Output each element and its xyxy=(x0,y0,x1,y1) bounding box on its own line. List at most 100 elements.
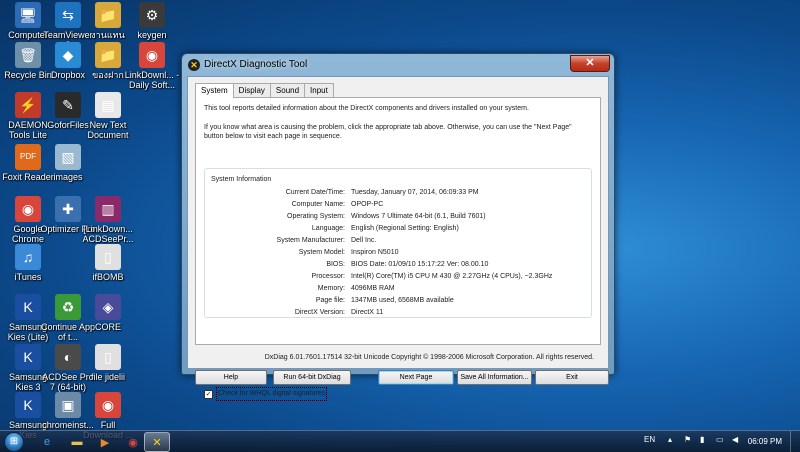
desktop-icon-label: images xyxy=(53,172,83,182)
close-button[interactable]: ✕ xyxy=(570,55,610,72)
folder-icon[interactable]: 📁 xyxy=(95,2,121,28)
title-bar[interactable]: ✕ DirectX Diagnostic Tool ✕ xyxy=(182,54,614,76)
chrome-icon[interactable]: ◉ xyxy=(15,196,41,222)
info-value: 1347MB used, 6568MB available xyxy=(351,297,454,304)
info-row: Processor: Intel(R) Core(TM) i5 CPU M 430… xyxy=(205,271,591,282)
start-button[interactable]: ⊞ xyxy=(4,432,24,452)
core-icon[interactable]: ◈ xyxy=(95,294,121,320)
info-label: Memory: xyxy=(317,285,345,292)
chrome-installer-icon[interactable]: ▣ xyxy=(55,392,81,418)
tray-arrow-icon[interactable]: ▴ xyxy=(668,435,672,444)
desktop-icon-label: CORE xyxy=(94,322,121,332)
foxit-reader-icon[interactable]: PDF xyxy=(15,144,41,170)
taskbar-media-player-icon[interactable]: ▶ xyxy=(92,432,118,452)
system-tab-panel: This tool reports detailed information a… xyxy=(195,97,601,401)
desktop-icon[interactable]: ▯ file jidelii xyxy=(80,344,136,382)
info-value: OPOP-PC xyxy=(351,201,384,208)
tray-battery-icon[interactable]: ▭ xyxy=(716,435,724,444)
help-button[interactable]: Help xyxy=(195,370,267,385)
optimizer-pro-icon[interactable]: ✚ xyxy=(55,196,81,222)
info-value: 4096MB RAM xyxy=(351,285,395,292)
text-document-icon[interactable]: ▤ xyxy=(95,92,121,118)
info-label: Computer Name: xyxy=(291,201,345,208)
image-file-icon[interactable]: ▧ xyxy=(55,144,81,170)
language-indicator[interactable]: EN xyxy=(644,435,655,444)
desktop-icon[interactable]: ♫ iTunes xyxy=(0,244,56,282)
run-64bit-dxdiag-button[interactable]: Run 64-bit DxDiag xyxy=(273,370,351,385)
goforfiles-icon[interactable]: ✎ xyxy=(55,92,81,118)
dropbox-icon[interactable]: ◆ xyxy=(55,42,81,68)
intro-text: This tool reports detailed information a… xyxy=(204,105,529,112)
info-value: Intel(R) Core(TM) i5 CPU M 430 @ 2.27GHz… xyxy=(351,273,553,280)
samsung-kies-3-icon[interactable]: K xyxy=(15,344,41,370)
whql-checkbox[interactable]: ✓ xyxy=(204,389,213,399)
desktop-icon[interactable]: ▥ [LinkDown... ACDSeePr... xyxy=(80,196,136,244)
info-value: English (Regional Setting: English) xyxy=(351,225,459,232)
taskbar-dxdiag-icon[interactable]: ✕ xyxy=(144,432,170,452)
taskbar: ⊞ e ▬ ▶ ◉ ✕ EN ▴ ⚑ ▮ ▭ ◀ 06:09 PM xyxy=(0,430,800,452)
info-label: Current Date/Time: xyxy=(285,189,345,196)
info-label: DirectX Version: xyxy=(294,309,345,316)
recycle-bin-icon[interactable]: 🗑 xyxy=(15,42,41,68)
tray-volume-icon[interactable]: ◀ xyxy=(732,435,738,444)
itunes-icon[interactable]: ♫ xyxy=(15,244,41,270)
info-row: System Manufacturer: Dell Inc. xyxy=(205,235,591,246)
desktop-icon[interactable]: ◉ LinkDownl... - Daily Soft... xyxy=(124,42,180,90)
show-desktop-button[interactable] xyxy=(790,431,800,452)
desktop-icon[interactable]: ▯ ifBOMB xyxy=(80,244,136,282)
tab-sound[interactable]: Sound xyxy=(269,83,306,97)
tab-input[interactable]: Input xyxy=(304,83,334,97)
taskbar-ie-icon[interactable]: e xyxy=(34,432,60,452)
folder-icon[interactable]: 📁 xyxy=(95,42,121,68)
info-value: Inspiron N5010 xyxy=(351,249,399,256)
exit-button[interactable]: Exit xyxy=(535,370,609,385)
info-label: Page file: xyxy=(315,297,345,304)
group-title: System Information xyxy=(211,176,272,183)
daemon-tools-icon[interactable]: ⚡ xyxy=(15,92,41,118)
instructions-text: If you know what area is causing the pro… xyxy=(204,124,572,140)
whql-checkbox-row[interactable]: ✓ Check for WHQL digital signatures xyxy=(204,387,328,401)
taskbar-explorer-icon[interactable]: ▬ xyxy=(64,432,90,452)
tab-display[interactable]: Display xyxy=(232,83,271,97)
file-icon[interactable]: ▯ xyxy=(95,344,121,370)
save-all-information-button[interactable]: Save All Information... xyxy=(457,370,532,385)
desktop-icon-label: New Text Document xyxy=(87,120,129,140)
desktop-icon-label: [LinkDown... ACDSeePr... xyxy=(82,224,134,244)
info-label: System Manufacturer: xyxy=(276,237,345,244)
dxdiag-app-icon: ✕ xyxy=(188,59,200,71)
next-page-button[interactable]: Next Page xyxy=(378,370,454,385)
acdsee-icon[interactable]: ◐ xyxy=(55,344,81,370)
continue-app-icon[interactable]: ♻ xyxy=(55,294,81,320)
file-icon[interactable]: ▯ xyxy=(95,244,121,270)
desktop-icon-label: ifBOMB xyxy=(92,272,124,282)
taskbar-chrome-icon[interactable]: ◉ xyxy=(120,432,146,452)
info-row: System Model: Inspiron N5010 xyxy=(205,247,591,258)
info-value: Windows 7 Ultimate 64-bit (6.1, Build 76… xyxy=(351,213,486,220)
desktop-icon[interactable]: ◈ CORE xyxy=(80,294,136,332)
info-row: Language: English (Regional Setting: Engl… xyxy=(205,223,591,234)
whql-label[interactable]: Check for WHQL digital signatures xyxy=(216,387,328,401)
info-row: Memory: 4096MB RAM xyxy=(205,283,591,294)
info-label: Language: xyxy=(311,225,345,232)
desktop-icon[interactable]: ▤ New Text Document xyxy=(80,92,136,140)
chrome-shortcut-icon[interactable]: ◉ xyxy=(139,42,165,68)
winrar-icon[interactable]: ▥ xyxy=(95,196,121,222)
chrome-shortcut-icon[interactable]: ◉ xyxy=(95,392,121,418)
computer-icon[interactable]: 🖥 xyxy=(15,2,41,28)
teamviewer-icon[interactable]: ⇆ xyxy=(55,2,81,28)
copyright-text: DxDiag 6.01.7601.17514 32-bit Unicode Co… xyxy=(264,354,594,361)
window-title: DirectX Diagnostic Tool xyxy=(204,59,308,70)
samsung-kies-lite-icon[interactable]: K xyxy=(15,294,41,320)
keygen-icon[interactable]: ⚙ xyxy=(139,2,165,28)
samsung-kies-icon[interactable]: K xyxy=(15,392,41,418)
tray-flag-icon[interactable]: ⚑ xyxy=(684,435,691,444)
tab-system[interactable]: System xyxy=(195,83,234,98)
dxdiag-window: ✕ DirectX Diagnostic Tool ✕ System Displ… xyxy=(181,53,615,401)
info-label: System Model: xyxy=(298,249,345,256)
info-row: Computer Name: OPOP-PC xyxy=(205,199,591,210)
tray-network-icon[interactable]: ▮ xyxy=(700,435,704,444)
info-value: BIOS Date: 01/09/10 15:17:22 Ver: 08.00.… xyxy=(351,261,489,268)
desktop-icon[interactable]: ▧ images xyxy=(40,144,96,182)
taskbar-clock[interactable]: 06:09 PM xyxy=(748,437,782,446)
desktop-icon[interactable]: ⚙ keygen xyxy=(124,2,180,40)
